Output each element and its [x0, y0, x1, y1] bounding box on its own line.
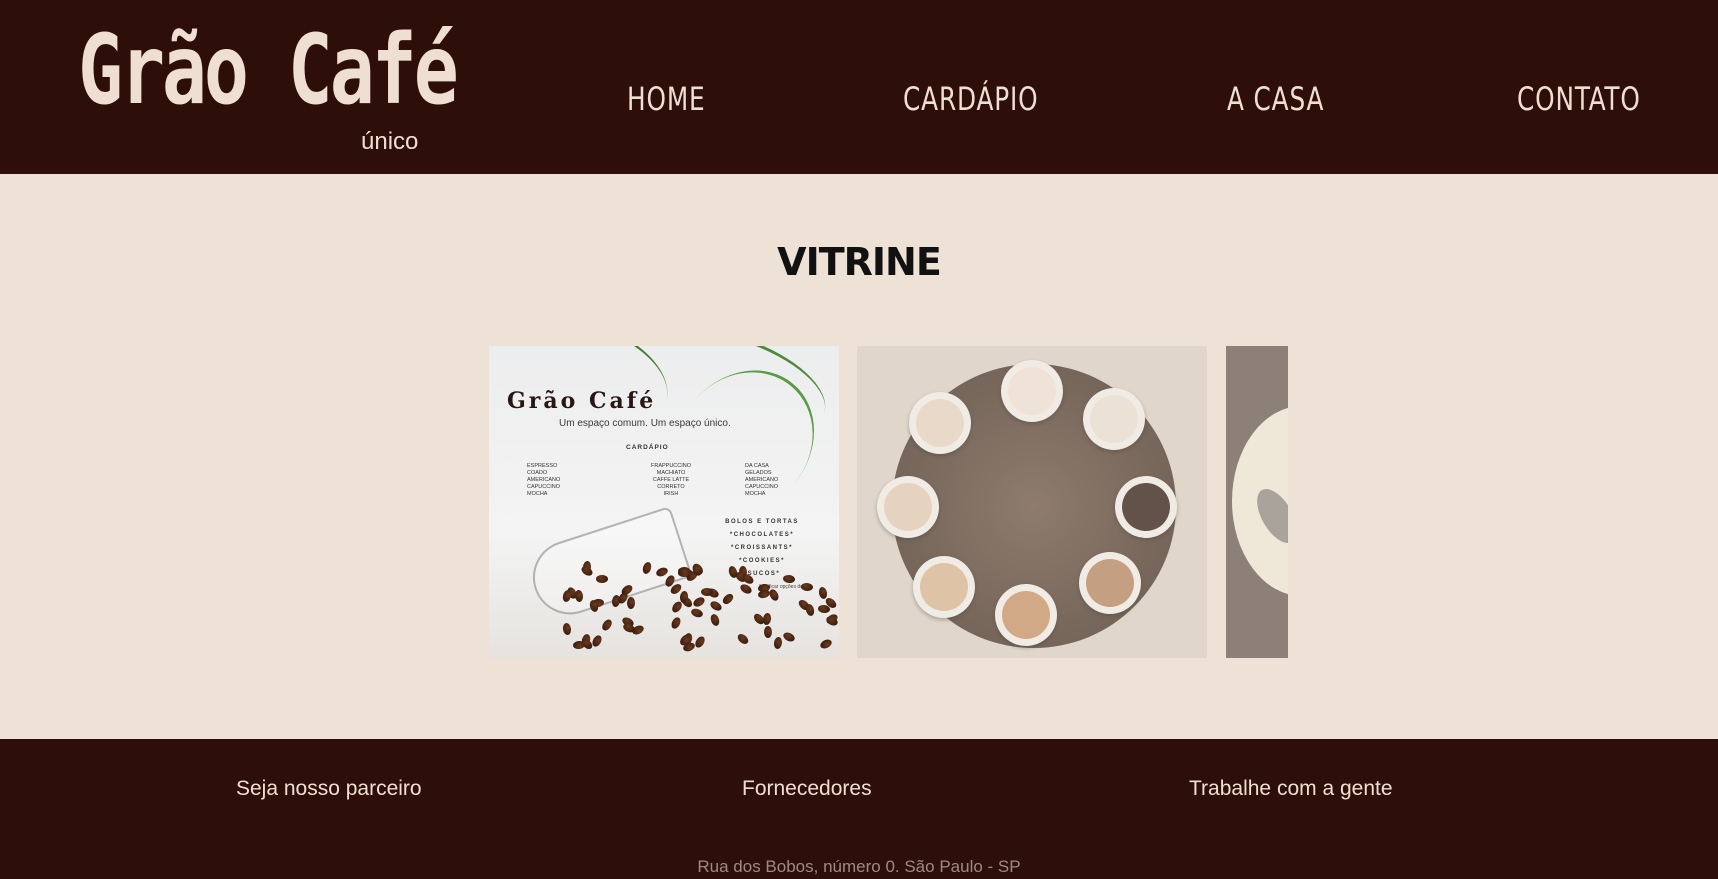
gallery-image-menu[interactable]: Grão Café Um espaço comum. Um espaço úni… — [489, 346, 839, 658]
coffee-bean — [736, 631, 751, 646]
footer-address: Rua dos Bobos, número 0. São Paulo - SP — [697, 857, 1021, 876]
poster-extras: BOLOS E TORTAS *CHOCOLATES* *CROISSANTS*… — [707, 516, 817, 581]
coffee-bean — [800, 583, 814, 592]
coffee-bean — [599, 617, 614, 633]
menu-item: CAFFE LATTE — [652, 477, 690, 483]
menu-item: MOCHA — [527, 491, 548, 497]
coffee-bean — [626, 596, 635, 609]
coffee-bean — [709, 599, 724, 613]
poster-menu-column: FRAPPUCCINO MACHIATO CAFFE LATTE CORRETO… — [646, 463, 696, 498]
coffee-bean — [591, 634, 604, 649]
extra-item: *CROISSANTS* — [730, 545, 793, 551]
coffee-bean — [709, 613, 721, 628]
menu-item: FRAPPUCCINO — [650, 463, 692, 469]
coffee-bean — [819, 637, 834, 651]
poster-menu-column: ESPRESSO COADO AMERICANO CAPUCCINO MOCHA — [527, 463, 560, 498]
extra-item: BOLOS E TORTAS — [725, 519, 799, 525]
image-overlay — [857, 346, 1207, 658]
footer-link-parceiro[interactable]: Seja nosso parceiro — [236, 777, 422, 801]
poster-subtitle: Um espaço comum. Um espaço único. — [559, 418, 731, 429]
menu-item: COADO — [527, 470, 548, 476]
gallery-image-partial[interactable] — [1226, 346, 1288, 658]
menu-item: IRISH — [663, 491, 679, 497]
menu-item: MOCHA — [745, 491, 766, 497]
nav-cardapio[interactable]: CARDÁPIO — [903, 80, 1039, 118]
menu-item: CORRETO — [657, 484, 685, 490]
coffee-bean — [693, 634, 707, 650]
logo[interactable]: Grão Café — [78, 22, 459, 118]
coffee-bean — [782, 574, 796, 584]
nav-a-casa[interactable]: A CASA — [1227, 80, 1324, 118]
logo-tagline: único — [361, 128, 419, 155]
section-title: VITRINE — [777, 240, 942, 284]
coffee-bean — [772, 636, 783, 650]
coffee-bean — [691, 595, 707, 609]
glass-jar — [523, 506, 693, 624]
coffee-bean — [782, 630, 797, 643]
site-header: Grão Café único HOME CARDÁPIO A CASA CON… — [0, 0, 1718, 174]
menu-item: GELADOS — [745, 470, 772, 476]
coffee-bean — [763, 625, 772, 638]
menu-item: AMERICANO — [527, 477, 561, 483]
site-footer: Seja nosso parceiro Fornecedores Trabalh… — [0, 739, 1718, 879]
poster-menu-heading: CARDÁPIO — [626, 444, 669, 451]
coffee-bean — [670, 615, 683, 631]
poster-title: Grão Café — [507, 388, 657, 414]
coffee-bean — [690, 606, 705, 619]
menu-item: AMERICANO — [745, 477, 779, 483]
coffee-bean — [720, 592, 735, 607]
menu-item: DA CASA — [745, 463, 769, 469]
poster-menu-column: DA CASA GELADOS AMERICANO CAPUCCINO MOCH… — [745, 463, 778, 498]
nav-home[interactable]: HOME — [627, 80, 706, 118]
nav-contato[interactable]: CONTATO — [1517, 80, 1641, 118]
footer-link-trabalhe[interactable]: Trabalhe com a gente — [1189, 777, 1393, 801]
coffee-bean — [739, 582, 754, 596]
coffee-bean — [804, 603, 816, 617]
coffee-bean — [562, 622, 573, 636]
extra-item: *CHOCOLATES* — [729, 532, 795, 538]
menu-item: ESPRESSO — [527, 463, 558, 469]
coffee-bean — [595, 574, 608, 583]
gallery-image-cups[interactable] — [857, 346, 1207, 658]
menu-item: MACHIATO — [656, 470, 686, 476]
footer-link-fornecedores[interactable]: Fornecedores — [742, 777, 872, 801]
extra-item: *COOKIES* — [739, 558, 785, 564]
menu-item: CAPUCCINO — [527, 484, 561, 490]
menu-item: CAPUCCINO — [745, 484, 779, 490]
extra-item: *SUCOS* — [743, 571, 781, 577]
